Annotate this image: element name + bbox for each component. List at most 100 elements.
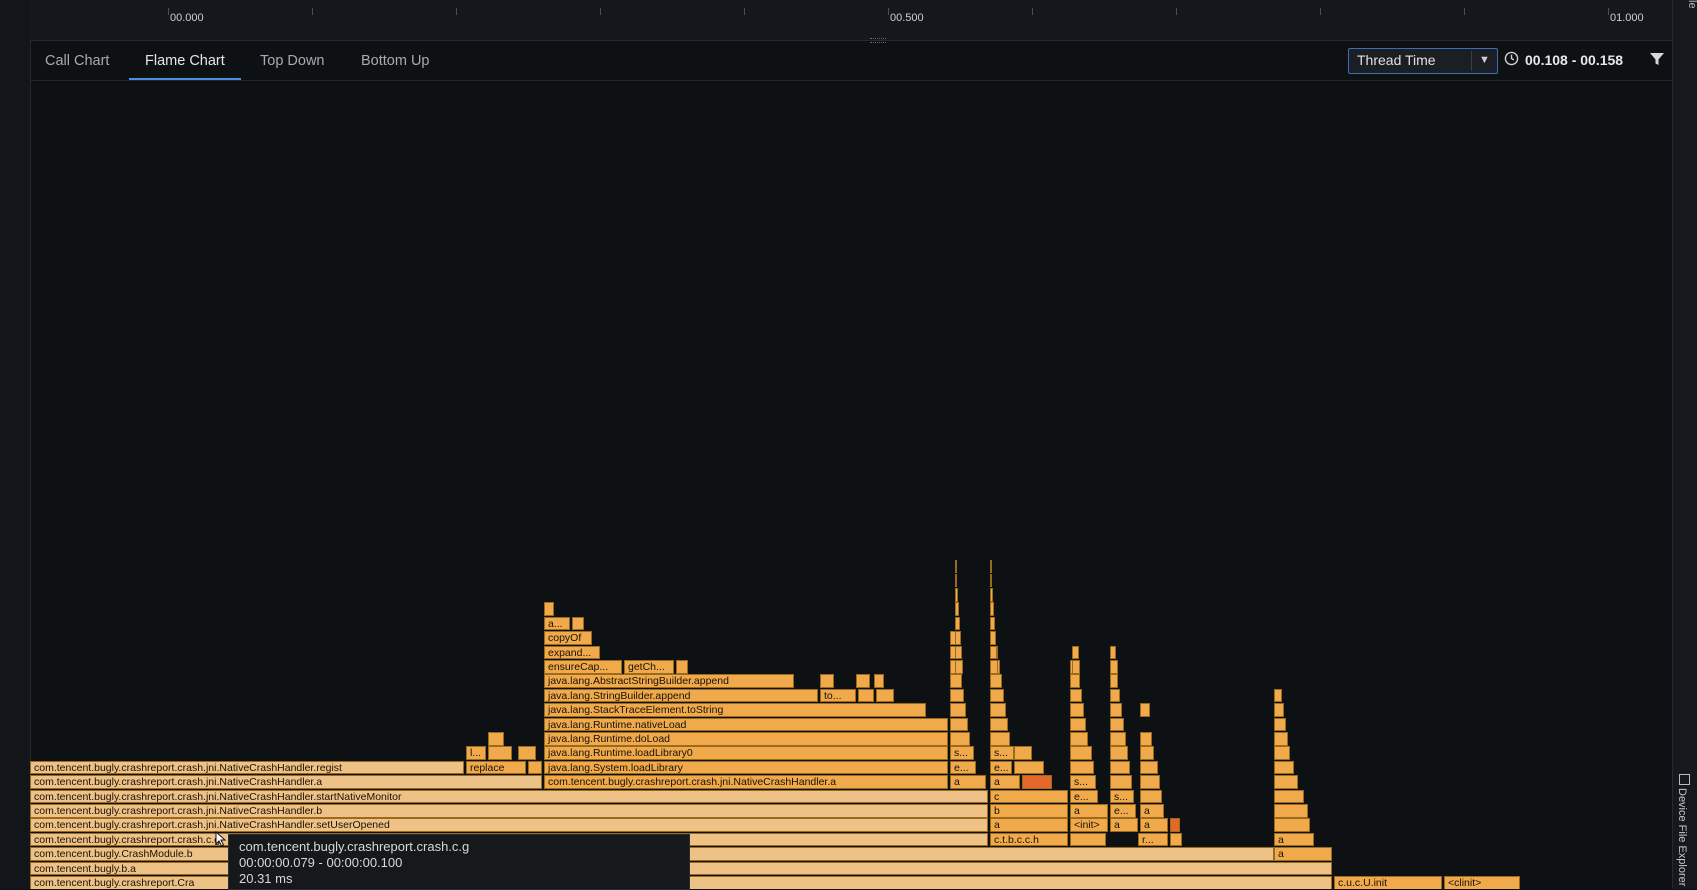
flame-frame[interactable] (1274, 732, 1288, 746)
flame-frame[interactable] (1070, 746, 1092, 760)
flame-frame[interactable]: b (990, 804, 1068, 818)
flame-frame[interactable]: expand... (544, 645, 600, 660)
flame-frame[interactable]: ensureCap... (544, 660, 622, 674)
flame-frame[interactable]: <clinit> (1444, 876, 1520, 889)
flame-frame[interactable]: java.lang.Runtime.loadLibrary0 (544, 746, 948, 760)
resize-grip[interactable] (870, 38, 886, 43)
device-file-explorer-tab[interactable]: Device File Explorer (1676, 770, 1694, 889)
flame-frame[interactable] (1140, 760, 1158, 775)
flame-frame[interactable] (1110, 674, 1118, 688)
flame-frame[interactable] (1274, 746, 1290, 760)
flame-frame[interactable] (955, 645, 962, 660)
flame-frame[interactable] (1140, 746, 1154, 760)
flame-frame[interactable] (1170, 818, 1180, 832)
flame-frame[interactable] (955, 616, 960, 631)
flame-frame[interactable] (990, 631, 996, 645)
flame-frame[interactable] (950, 717, 968, 732)
flame-frame[interactable] (1274, 804, 1308, 818)
flame-frame[interactable] (950, 732, 970, 746)
flame-frame[interactable]: com.tencent.bugly.crashreport.crash.jni.… (30, 760, 464, 775)
flame-frame[interactable] (990, 560, 992, 573)
flame-frame[interactable]: java.lang.Runtime.doLoad (544, 732, 948, 746)
flame-frame[interactable] (1014, 760, 1044, 775)
tab-bottom-up[interactable]: Bottom Up (361, 44, 430, 78)
flame-frame[interactable] (528, 760, 542, 775)
tab-call-chart[interactable]: Call Chart (45, 44, 109, 78)
flame-frame[interactable]: a... (544, 616, 570, 631)
flame-frame[interactable]: a (950, 775, 986, 789)
flame-frame[interactable] (518, 746, 536, 760)
flame-frame[interactable] (950, 674, 962, 688)
flame-frame[interactable] (1070, 703, 1084, 717)
flame-frame[interactable]: e... (990, 760, 1012, 775)
flame-frame[interactable] (1274, 760, 1294, 775)
flame-frame[interactable] (1274, 717, 1286, 732)
flame-frame[interactable]: <init> (1070, 818, 1108, 832)
flame-frame[interactable]: com.tencent.bugly.crashreport.crash.jni.… (30, 804, 988, 818)
flame-frame[interactable]: getCh... (624, 660, 674, 674)
flame-frame[interactable] (1070, 688, 1082, 703)
flame-frame[interactable] (1140, 732, 1152, 746)
flame-frame[interactable]: to... (820, 688, 856, 703)
flame-frame[interactable] (876, 688, 894, 703)
flame-frame[interactable] (990, 703, 1006, 717)
flame-frame[interactable]: l... (466, 746, 486, 760)
flame-frame[interactable]: com.tencent.bugly.crashreport.crash.jni.… (30, 789, 988, 804)
flame-frame[interactable] (1072, 660, 1080, 674)
flame-frame[interactable] (820, 674, 834, 688)
flame-frame[interactable] (950, 688, 964, 703)
flame-frame[interactable] (1110, 775, 1132, 789)
flame-frame[interactable] (1110, 645, 1116, 660)
side-panel-top-label[interactable]: le (1673, 0, 1697, 20)
flame-frame[interactable] (990, 717, 1008, 732)
flame-frame[interactable] (990, 588, 993, 602)
flame-frame[interactable] (1070, 674, 1080, 688)
flame-frame[interactable]: s... (950, 746, 974, 760)
flame-frame[interactable] (955, 660, 963, 674)
flame-frame[interactable]: com.tencent.bugly.crashreport.crash.jni.… (544, 775, 948, 789)
flame-frame[interactable] (874, 674, 884, 688)
flame-frame[interactable] (990, 674, 1002, 688)
flame-frame[interactable]: java.lang.StackTraceElement.toString (544, 703, 926, 717)
flame-frame[interactable]: java.lang.System.loadLibrary (544, 760, 948, 775)
flame-frame[interactable] (1022, 775, 1052, 789)
flame-frame[interactable]: a (990, 775, 1020, 789)
flame-frame[interactable] (1140, 789, 1162, 804)
flame-frame[interactable] (990, 660, 998, 674)
flame-frame[interactable]: r... (1138, 832, 1168, 847)
flame-frame[interactable] (955, 602, 959, 616)
flame-frame[interactable] (990, 645, 997, 660)
flame-frame[interactable]: com.tencent.bugly.crashreport.crash.jni.… (30, 818, 988, 832)
flame-frame[interactable]: e... (1070, 789, 1098, 804)
flame-frame[interactable] (1110, 703, 1122, 717)
flame-frame[interactable]: c.u.c.U.init (1334, 876, 1442, 889)
flame-frame[interactable] (955, 560, 957, 573)
flame-frame[interactable] (1110, 660, 1118, 674)
flame-frame[interactable] (990, 688, 1004, 703)
flame-frame[interactable] (1170, 832, 1182, 847)
flame-frame[interactable]: com.tencent.bugly.crashreport.crash.jni.… (30, 775, 542, 789)
flame-frame[interactable]: s... (990, 746, 1014, 760)
flame-frame[interactable]: a (1274, 847, 1332, 861)
flame-frame[interactable] (572, 616, 584, 631)
flame-frame[interactable]: s... (1110, 789, 1134, 804)
flame-frame[interactable]: e... (950, 760, 976, 775)
flame-frame[interactable]: c (990, 789, 1068, 804)
flame-frame[interactable] (1072, 645, 1079, 660)
flame-frame[interactable] (950, 703, 966, 717)
flame-frame[interactable]: java.lang.AbstractStringBuilder.append (544, 674, 794, 688)
flame-frame[interactable] (1014, 746, 1032, 760)
flame-frame[interactable] (990, 732, 1010, 746)
flame-frame[interactable] (856, 674, 870, 688)
flame-frame[interactable] (1274, 703, 1284, 717)
timeline-ruler[interactable]: 00.000 00.500 01.000 (30, 0, 1672, 43)
tab-flame-chart[interactable]: Flame Chart (129, 44, 241, 80)
flame-frame[interactable]: a (1274, 832, 1314, 847)
flame-frame[interactable] (1274, 775, 1298, 789)
flame-frame[interactable]: java.lang.StringBuilder.append (544, 688, 818, 703)
flame-frame[interactable]: a (1140, 818, 1168, 832)
flame-frame[interactable]: e... (1110, 804, 1136, 818)
flame-frame[interactable] (544, 602, 554, 616)
filter-icon[interactable] (1649, 51, 1665, 67)
flame-frame[interactable]: java.lang.Runtime.nativeLoad (544, 717, 948, 732)
